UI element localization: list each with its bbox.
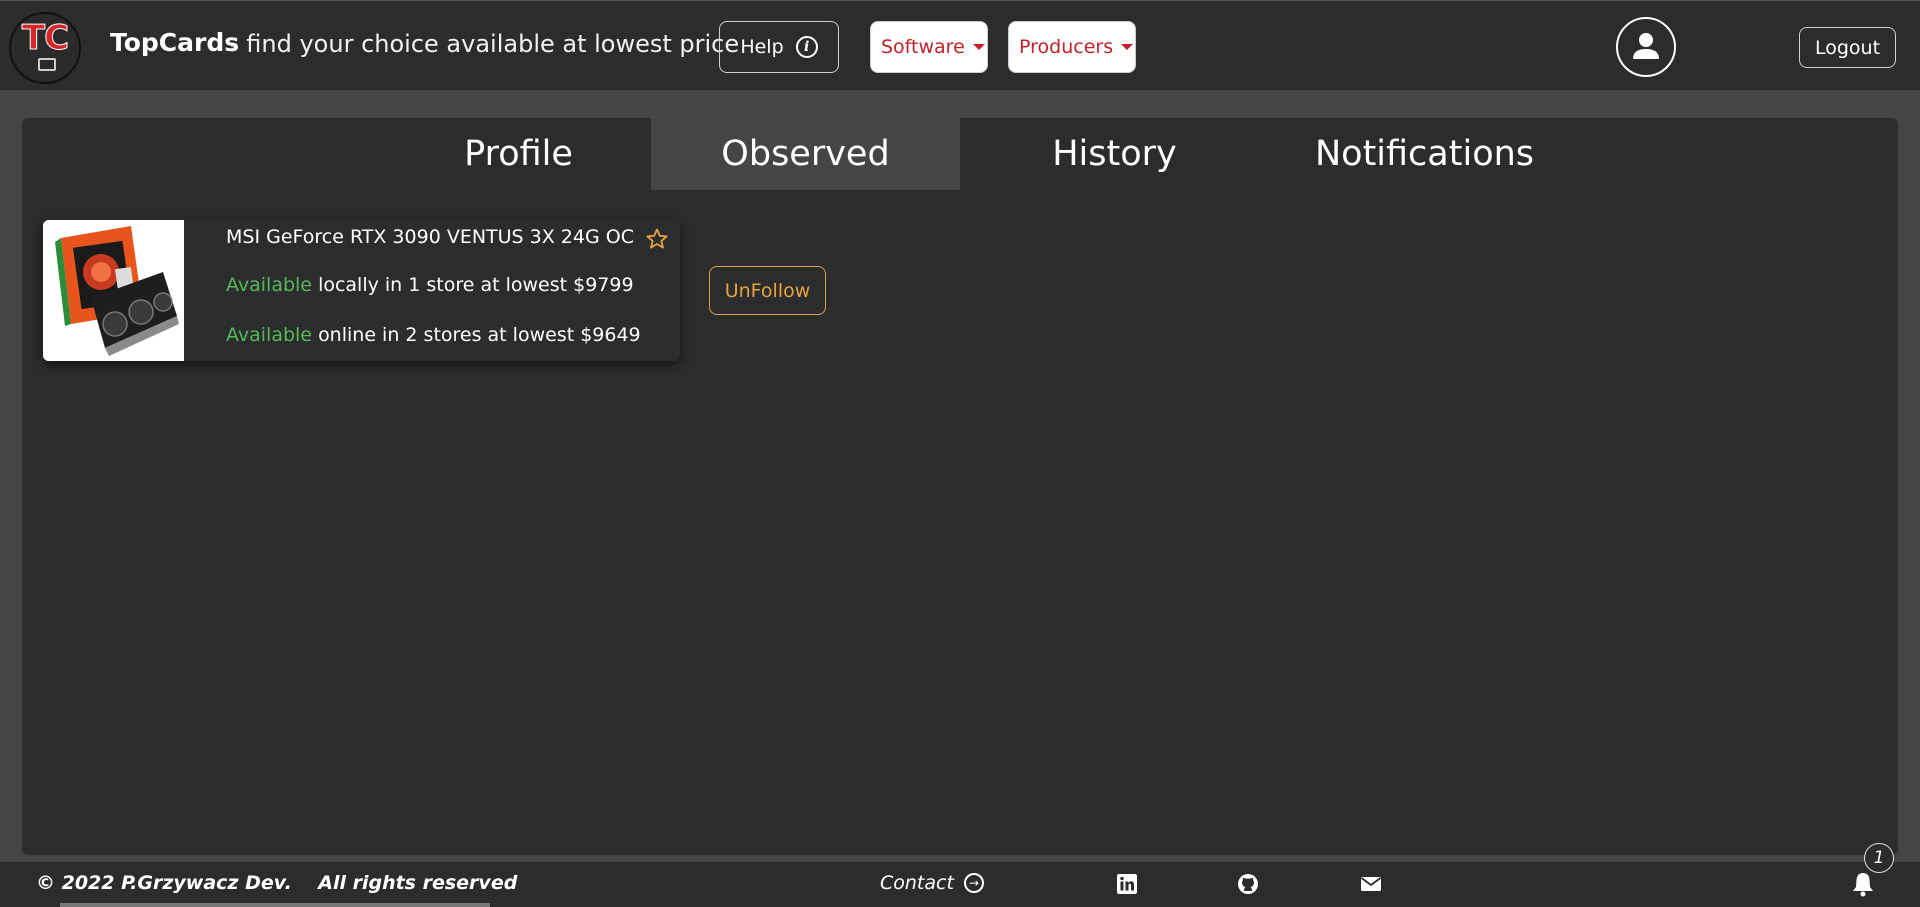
gpu-chip-icon	[38, 58, 56, 71]
help-label: Help	[740, 36, 784, 58]
bell-icon[interactable]	[1848, 869, 1878, 899]
top-navbar: TC TopCards - find your choice available…	[0, 0, 1920, 90]
local-availability: Available locally in 1 store at lowest $…	[226, 274, 634, 296]
mail-icon[interactable]	[1359, 872, 1383, 896]
main-panel: Profile Observed History Notifications M…	[22, 118, 1898, 855]
profile-tabs: Profile Observed History Notifications	[22, 118, 1898, 190]
software-dropdown[interactable]: Software	[870, 21, 988, 73]
observed-product-card[interactable]: MSI GeForce RTX 3090 VENTUS 3X 24G OC Av…	[43, 220, 680, 361]
producers-dropdown[interactable]: Producers	[1008, 21, 1136, 73]
tab-history[interactable]: History	[960, 118, 1269, 190]
contact-link[interactable]: Contact →	[880, 872, 984, 894]
help-button[interactable]: Help i	[719, 21, 839, 73]
brand-name[interactable]: TopCards	[110, 28, 239, 57]
online-availability-text: online in 2 stores at lowest $9649	[318, 324, 641, 346]
caret-down-icon	[1121, 44, 1134, 50]
product-image[interactable]	[43, 220, 184, 361]
tab-profile[interactable]: Profile	[364, 118, 673, 190]
online-availability: Available online in 2 stores at lowest $…	[226, 324, 641, 346]
user-icon	[1633, 33, 1659, 59]
producers-label: Producers	[1019, 36, 1114, 58]
star-icon[interactable]	[645, 227, 669, 251]
notification-count-badge[interactable]: 1	[1864, 843, 1894, 873]
user-avatar-button[interactable]	[1616, 17, 1676, 77]
contact-label: Contact	[880, 872, 954, 894]
unfollow-button[interactable]: UnFollow	[709, 266, 826, 315]
software-label: Software	[881, 36, 965, 58]
logout-button[interactable]: Logout	[1799, 27, 1896, 68]
local-status: Available	[226, 274, 313, 296]
github-icon[interactable]	[1236, 872, 1260, 896]
linkedin-icon[interactable]	[1115, 872, 1139, 896]
caret-down-icon	[972, 44, 985, 50]
graphics-card-box-image	[43, 220, 184, 361]
logo-text: TC	[21, 18, 69, 59]
online-status: Available	[226, 324, 313, 346]
copyright: © 2022 P.Grzywacz Dev. All rights reserv…	[36, 872, 518, 894]
footer: © 2022 P.Grzywacz Dev. All rights reserv…	[0, 862, 1920, 907]
tab-notifications[interactable]: Notifications	[1270, 118, 1579, 190]
arrow-right-circle-icon: →	[963, 873, 984, 893]
horizontal-scrollbar[interactable]	[60, 903, 490, 907]
info-icon: i	[795, 36, 818, 58]
product-title[interactable]: MSI GeForce RTX 3090 VENTUS 3X 24G OC	[226, 226, 634, 248]
tagline: - find your choice available at lowest p…	[230, 30, 740, 58]
tab-observed[interactable]: Observed	[651, 118, 960, 190]
local-availability-text: locally in 1 store at lowest $9799	[318, 274, 634, 296]
logo[interactable]: TC	[9, 12, 81, 84]
